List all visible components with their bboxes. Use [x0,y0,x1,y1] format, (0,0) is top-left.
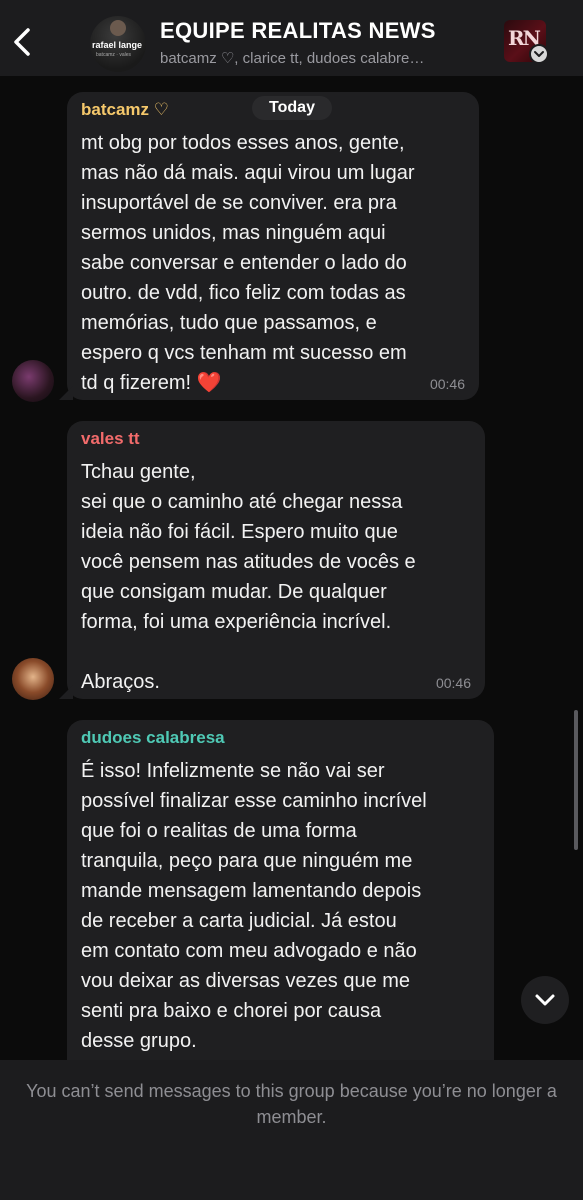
scroll-to-bottom-button[interactable] [521,976,569,1024]
chevron-down-icon[interactable] [529,44,549,64]
not-member-notice: You can’t send messages to this group be… [26,1081,557,1127]
group-avatar-text: rafael lange [92,40,143,50]
avatar[interactable] [12,360,54,402]
group-members[interactable]: batcamz ♡, clarice tt, dudoes calabre… [160,49,500,67]
message-sender: dudoes calabresa [81,728,225,747]
message-text: Tchau gente, sei que o caminho até chega… [81,461,416,693]
message-sender: batcamz ♡ [81,100,169,119]
group-avatar-subtext: batcamz · vales [96,52,132,58]
composer-disabled-footer: You can’t send messages to this group be… [0,1060,583,1200]
group-title[interactable]: EQUIPE REALITAS NEWS [160,18,436,44]
message-time: 00:46 [435,675,471,691]
message-bubble[interactable]: batcamz ♡ mt obg por todos esses anos, g… [67,92,479,400]
chat-header: rafael lange batcamz · vales EQUIPE REAL… [0,0,583,76]
message-bubble[interactable]: vales tt Tchau gente, sei que o caminho … [67,421,485,699]
message-text: mt obg por todos esses anos, gente, mas … [81,132,415,394]
message-bubble[interactable]: dudoes calabresa É isso! Infelizmente se… [67,720,494,1060]
scrollbar[interactable] [574,710,578,850]
message-sender: vales tt [81,429,140,448]
message-time: 00:46 [429,376,465,392]
avatar-face [110,20,126,36]
message-text: É isso! Infelizmente se não vai ser poss… [81,760,427,1052]
chevron-left-icon [14,28,30,56]
date-separator: Today [252,96,332,120]
bubble-tail [59,386,73,400]
chevron-down-icon [535,994,555,1006]
group-avatar[interactable]: rafael lange batcamz · vales [90,16,146,72]
back-button[interactable] [8,22,40,62]
avatar[interactable] [12,658,54,700]
message-list[interactable]: batcamz ♡ mt obg por todos esses anos, g… [0,76,583,1060]
